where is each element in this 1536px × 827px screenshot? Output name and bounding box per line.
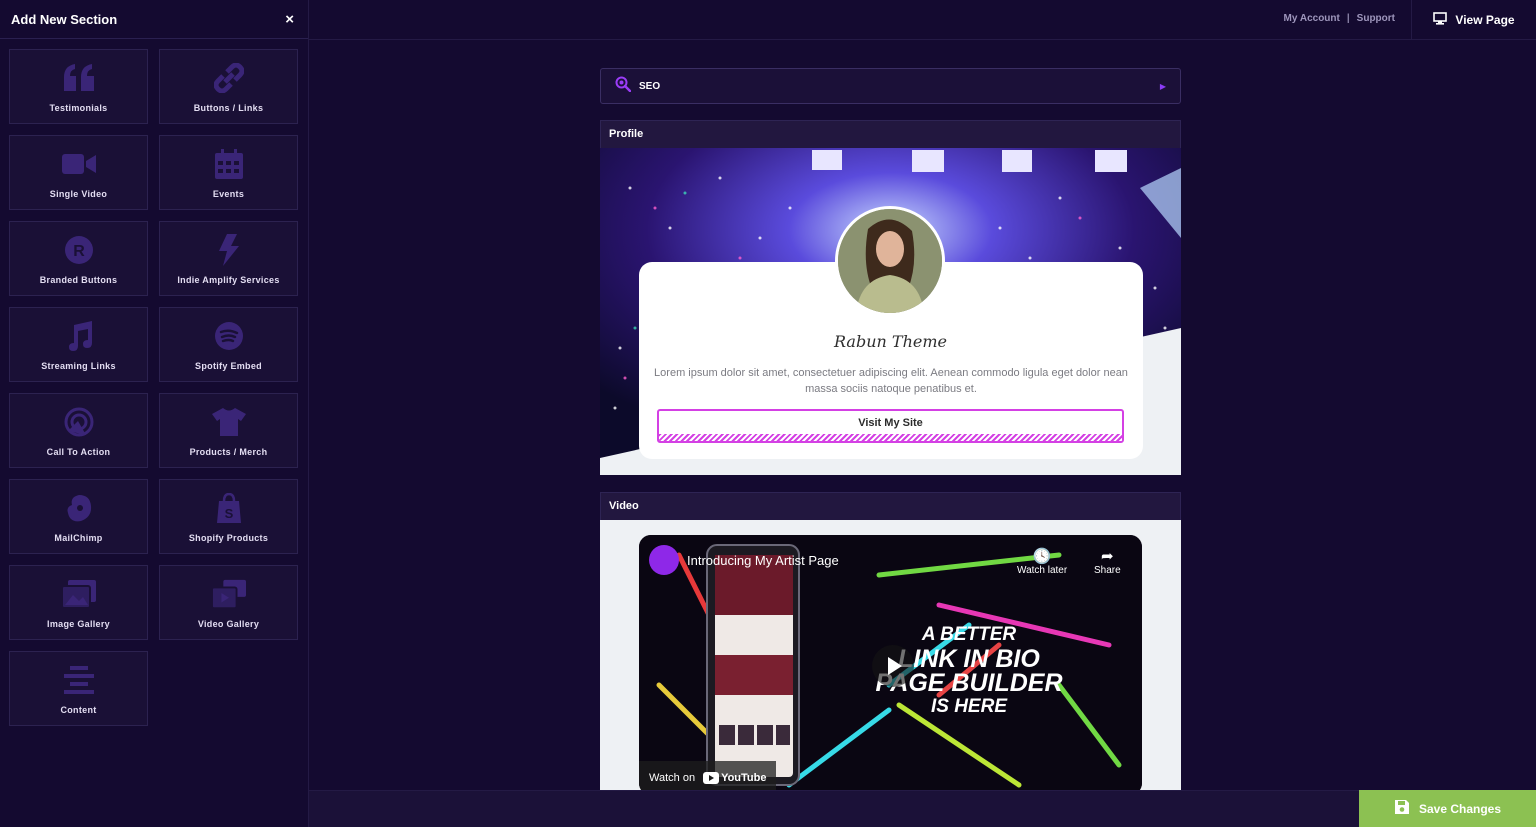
button-stripes (659, 434, 1122, 441)
top-links: My Account | Support (1284, 13, 1395, 24)
spotify-icon (212, 319, 246, 353)
tile-buttons-links[interactable]: Buttons / Links (159, 49, 298, 124)
tile-label: Video Gallery (197, 619, 260, 629)
youtube-logo: YouTube (703, 772, 766, 784)
youtube-embed[interactable]: Introducing My Artist Page 🕓 Watch later… (639, 535, 1142, 790)
profile-preview: Rabun Theme Lorem ipsum dolor sit amet, … (600, 148, 1181, 475)
align-center-icon (62, 663, 96, 697)
calendar-icon (212, 147, 246, 181)
link-separator: | (1346, 13, 1350, 24)
svg-text:R: R (73, 243, 85, 260)
add-section-sidebar: Add New Section × Testimonials Buttons /… (0, 0, 309, 827)
tile-testimonials[interactable]: Testimonials (9, 49, 148, 124)
share-icon: ➦ (1101, 548, 1114, 565)
play-icon[interactable] (872, 645, 914, 687)
visit-my-site-button[interactable]: Visit My Site (657, 409, 1124, 443)
tile-content[interactable]: Content (9, 651, 148, 726)
shopify-bag-icon: S (212, 491, 246, 525)
watch-on-youtube-button[interactable]: Watch on YouTube (639, 761, 777, 790)
video-section-title: Video (609, 500, 639, 512)
target-pointer-icon (62, 405, 96, 439)
channel-avatar-icon[interactable] (649, 545, 679, 575)
tile-label: MailChimp (54, 533, 103, 543)
tile-branded-buttons[interactable]: R Branded Buttons (9, 221, 148, 296)
watch-on-label: Watch on (649, 772, 696, 784)
link-icon (212, 61, 246, 95)
top-bar: My Account | Support View Page (309, 0, 1536, 40)
my-account-link[interactable]: My Account (1284, 13, 1340, 24)
tile-label: Buttons / Links (193, 103, 264, 113)
share-label: Share (1094, 565, 1121, 576)
seo-accordion[interactable]: SEO ▶ (600, 68, 1181, 104)
tile-video-gallery[interactable]: Video Gallery (159, 565, 298, 640)
youtube-wordmark: YouTube (721, 772, 767, 784)
youtube-play-icon (703, 772, 720, 784)
tile-single-video[interactable]: Single Video (9, 135, 148, 210)
registered-icon: R (62, 233, 96, 267)
watch-later-label: Watch later (1017, 565, 1068, 576)
section-tiles: Testimonials Buttons / Links Single Vide… (9, 49, 298, 726)
watch-later-button[interactable]: 🕓 Watch later (1017, 547, 1067, 576)
profile-avatar (835, 206, 945, 316)
save-changes-label: Save Changes (1418, 801, 1502, 816)
view-page-button[interactable]: View Page (1411, 0, 1536, 40)
images-icon (61, 577, 96, 611)
quote-icon (62, 61, 96, 95)
mailchimp-icon (62, 491, 96, 525)
tile-label: Spotify Embed (195, 361, 262, 371)
tile-label: Image Gallery (47, 619, 110, 629)
tile-label: Indie Amplify Services (177, 275, 280, 285)
caret-right-icon: ▶ (1159, 81, 1166, 91)
tile-image-gallery[interactable]: Image Gallery (9, 565, 148, 640)
tile-call-to-action[interactable]: Call To Action (9, 393, 148, 468)
view-page-label: View Page (1455, 13, 1515, 27)
profile-section-header[interactable]: Profile (600, 120, 1181, 149)
close-icon[interactable]: × (285, 11, 294, 28)
tile-label: Single Video (49, 189, 108, 199)
tile-shopify-products[interactable]: S Shopify Products (159, 479, 298, 554)
headline-line: IS HERE (930, 696, 1008, 717)
video-section-header[interactable]: Video (600, 492, 1181, 521)
tile-events[interactable]: Events (159, 135, 298, 210)
tile-indie-amplify[interactable]: Indie Amplify Services (159, 221, 298, 296)
tile-label: Testimonials (49, 103, 108, 113)
video-preview: Introducing My Artist Page 🕓 Watch later… (600, 520, 1181, 790)
search-icon (615, 76, 632, 97)
tile-label: Branded Buttons (39, 275, 118, 285)
tile-label: Call To Action (46, 447, 111, 457)
profile-name: Rabun Theme (834, 332, 947, 351)
video-camera-icon (61, 147, 96, 181)
music-note-icon (62, 319, 96, 353)
tile-streaming-links[interactable]: Streaming Links (9, 307, 148, 382)
seo-label: SEO (639, 80, 661, 92)
tile-label: Shopify Products (188, 533, 269, 543)
support-link[interactable]: Support (1357, 13, 1395, 24)
profile-section-title: Profile (609, 128, 644, 140)
tile-mailchimp[interactable]: MailChimp (9, 479, 148, 554)
tile-spotify-embed[interactable]: Spotify Embed (159, 307, 298, 382)
share-button[interactable]: ➦ Share (1094, 547, 1121, 576)
tile-label: Content (60, 705, 97, 715)
tile-label: Events (212, 189, 245, 199)
video-gallery-icon (211, 577, 246, 611)
tile-label: Streaming Links (41, 361, 116, 371)
lightning-icon (212, 233, 246, 267)
tshirt-icon (211, 405, 246, 439)
tile-label: Products / Merch (189, 447, 268, 457)
video-title[interactable]: Introducing My Artist Page (687, 553, 839, 568)
headline-line: A BETTER (921, 624, 1017, 645)
sidebar-header: Add New Section × (0, 0, 308, 39)
profile-description: Lorem ipsum dolor sit amet, consectetuer… (654, 367, 1128, 395)
clock-icon: 🕓 (1032, 548, 1052, 565)
floppy-disk-icon (1394, 799, 1410, 818)
sidebar-title: Add New Section (11, 11, 118, 27)
svg-text:S: S (224, 506, 233, 521)
bottom-bar (309, 790, 1536, 827)
visit-button-label: Visit My Site (858, 417, 923, 429)
save-changes-button[interactable]: Save Changes (1359, 790, 1536, 827)
tile-products-merch[interactable]: Products / Merch (159, 393, 298, 468)
monitor-icon (1433, 12, 1448, 28)
